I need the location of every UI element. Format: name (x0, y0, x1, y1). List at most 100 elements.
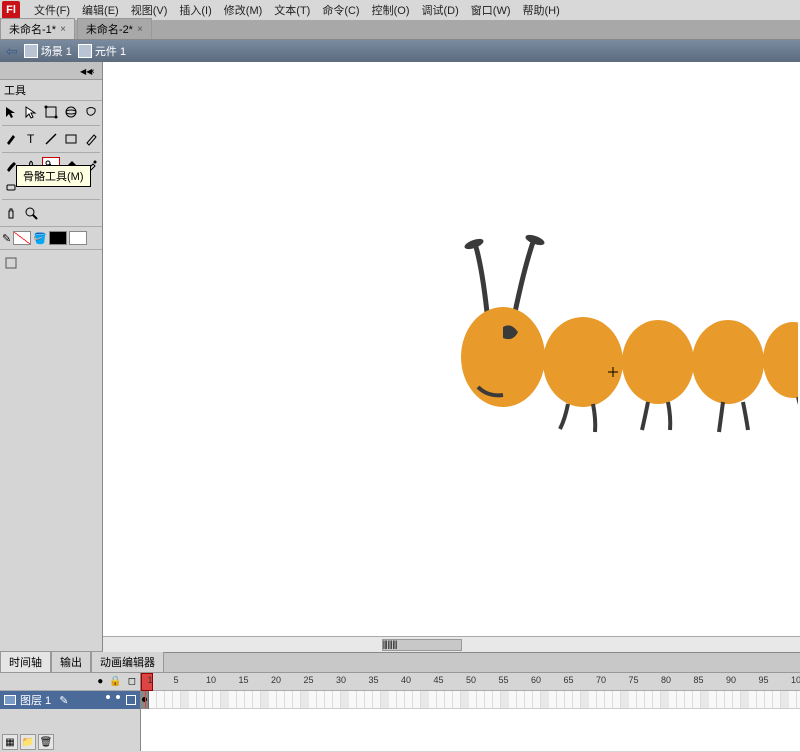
timeline-panel: 时间轴 输出 动画编辑器 ● 🔒 ◻ 图层 1 ✎ ▦ � (0, 652, 800, 752)
menu-window[interactable]: 窗口(W) (465, 0, 517, 20)
layer-icon (4, 695, 16, 705)
menu-commands[interactable]: 命令(C) (316, 0, 365, 20)
swap-colors-button[interactable] (69, 231, 87, 245)
symbol-icon (78, 44, 92, 58)
zoom-tool[interactable] (22, 204, 40, 222)
svg-text:T: T (27, 132, 35, 146)
line-tool[interactable] (42, 130, 60, 148)
tools-panel: ◀◀ × 工具 T 骨骼工具(M) ✎ 🪣 (0, 62, 103, 652)
ruler-tick: 1 (148, 675, 153, 685)
ruler-tick: 5 (174, 675, 179, 685)
scrollbar-thumb[interactable]: ⦀⦀⦀ (382, 639, 462, 651)
hand-tool[interactable] (2, 204, 20, 222)
ruler-tick: 80 (661, 675, 671, 685)
menu-insert[interactable]: 插入(I) (173, 0, 217, 20)
lasso-tool[interactable] (82, 103, 100, 121)
ruler-tick: 35 (369, 675, 379, 685)
ruler-tick: 85 (694, 675, 704, 685)
ruler-tick: 60 (531, 675, 541, 685)
back-arrow-icon[interactable]: ⇦ (6, 43, 18, 60)
panel-close-icon[interactable]: × (90, 67, 98, 75)
tab-motion-editor[interactable]: 动画编辑器 (91, 651, 164, 672)
horizontal-scrollbar[interactable]: ⦀⦀⦀ (103, 636, 800, 652)
layer-name: 图层 1 (20, 692, 51, 708)
symbol-crumb[interactable]: 元件 1 (78, 43, 126, 59)
ruler-tick: 20 (271, 675, 281, 685)
pencil-icon: ✎ (2, 232, 11, 245)
ruler-tick: 50 (466, 675, 476, 685)
ruler-tick: 25 (304, 675, 314, 685)
rectangle-tool[interactable] (62, 130, 80, 148)
ruler-tick: 70 (596, 675, 606, 685)
menu-view[interactable]: 视图(V) (125, 0, 174, 20)
menu-text[interactable]: 文本(T) (268, 0, 316, 20)
close-icon[interactable]: × (60, 24, 66, 35)
stroke-color-swatch[interactable] (13, 231, 31, 245)
visibility-icon[interactable]: ● (97, 676, 103, 687)
ruler-tick: 15 (239, 675, 249, 685)
selection-tool[interactable] (2, 103, 20, 121)
app-logo: Fl (2, 1, 20, 19)
text-tool[interactable]: T (22, 130, 40, 148)
menu-modify[interactable]: 修改(M) (218, 0, 269, 20)
tab-output[interactable]: 输出 (51, 651, 91, 672)
tab-timeline[interactable]: 时间轴 (0, 651, 51, 672)
subselection-tool[interactable] (22, 103, 40, 121)
pen-tool[interactable] (2, 130, 20, 148)
ruler-tick: 75 (629, 675, 639, 685)
menu-file[interactable]: 文件(F) (28, 0, 76, 20)
tools-panel-title: 工具 (0, 80, 102, 101)
free-transform-tool[interactable] (42, 103, 60, 121)
pencil-tool[interactable] (82, 130, 100, 148)
visibility-dot[interactable] (106, 695, 110, 699)
playhead-line (145, 691, 146, 708)
color-swatches: ✎ 🪣 (0, 229, 102, 247)
ruler-tick: 95 (759, 675, 769, 685)
frame-row[interactable] (141, 691, 800, 709)
doc-tab-label: 未命名-2* (86, 21, 133, 37)
ruler-tick: 90 (726, 675, 736, 685)
new-folder-button[interactable]: 📁 (20, 734, 36, 750)
outline-icon[interactable]: ◻ (128, 676, 136, 687)
scene-label: 场景 1 (41, 43, 72, 59)
menu-bar: Fl 文件(F) 编辑(E) 视图(V) 插入(I) 修改(M) 文本(T) 命… (0, 0, 800, 20)
tools-panel-header: ◀◀ × (0, 62, 102, 80)
delete-layer-button[interactable]: 🗑 (38, 734, 54, 750)
edit-bar: ⇦ 场景 1 元件 1 (0, 40, 800, 62)
canvas-drawing (368, 192, 798, 472)
outline-box[interactable] (126, 695, 136, 705)
layer-column-header: ● 🔒 ◻ (0, 673, 140, 691)
doc-tab-1[interactable]: 未命名-1* × (0, 18, 75, 39)
menu-edit[interactable]: 编辑(E) (76, 0, 125, 20)
ruler-tick: 65 (564, 675, 574, 685)
panel-collapse-icon[interactable]: ◀◀ (80, 67, 88, 75)
lock-dot[interactable] (116, 695, 120, 699)
menu-control[interactable]: 控制(O) (366, 0, 416, 20)
ruler-tick: 10 (206, 675, 216, 685)
ruler-tick: 55 (499, 675, 509, 685)
menu-help[interactable]: 帮助(H) (517, 0, 566, 20)
scene-icon (24, 44, 38, 58)
3d-rotation-tool[interactable] (62, 103, 80, 121)
timeline-tabs: 时间轴 输出 动画编辑器 (0, 653, 800, 673)
ruler-tick: 45 (434, 675, 444, 685)
timeline-ruler[interactable]: 1510152025303540455055606570758085909510… (141, 673, 800, 691)
tool-option-button[interactable] (2, 254, 20, 272)
fill-color-swatch[interactable] (49, 231, 67, 245)
doc-tab-label: 未命名-1* (9, 21, 56, 37)
pencil-icon: ✎ (59, 694, 68, 707)
new-layer-button[interactable]: ▦ (2, 734, 18, 750)
symbol-label: 元件 1 (95, 43, 126, 59)
bucket-icon: 🪣 (33, 232, 47, 245)
lock-icon[interactable]: 🔒 (109, 676, 121, 687)
doc-tab-2[interactable]: 未命名-2* × (77, 18, 152, 39)
layer-controls: ▦ 📁 🗑 (2, 734, 54, 750)
frames-panel[interactable]: 1510152025303540455055606570758085909510… (141, 673, 800, 751)
menu-debug[interactable]: 调试(D) (416, 0, 465, 20)
layer-panel: ● 🔒 ◻ 图层 1 ✎ ▦ 📁 🗑 (0, 673, 141, 751)
scene-crumb[interactable]: 场景 1 (24, 43, 72, 59)
layer-row[interactable]: 图层 1 ✎ (0, 691, 140, 709)
stage-canvas[interactable]: ⦀⦀⦀ (103, 62, 800, 652)
ruler-tick: 40 (401, 675, 411, 685)
close-icon[interactable]: × (137, 24, 143, 35)
